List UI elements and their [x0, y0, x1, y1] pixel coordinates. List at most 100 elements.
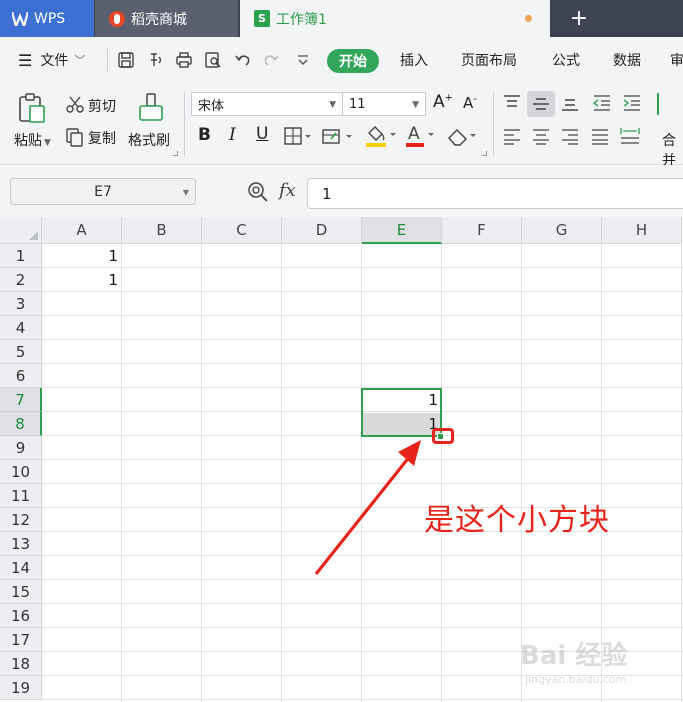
undo-icon[interactable] [234, 51, 252, 69]
cut-button[interactable]: 剪切 [88, 96, 116, 116]
row-header-14[interactable]: 14 [0, 556, 42, 580]
column-header-a[interactable]: A [42, 217, 122, 244]
selection-border [361, 388, 442, 437]
fill-handle[interactable] [437, 433, 444, 440]
align-bottom-icon[interactable] [560, 94, 580, 112]
column-header-g[interactable]: G [522, 217, 602, 244]
align-top-icon[interactable] [502, 94, 522, 112]
row-header-6[interactable]: 6 [0, 364, 42, 388]
merge-cells-button[interactable]: 合并 [662, 130, 683, 170]
caret-down-icon: ▼ [329, 100, 336, 110]
font-dialog-launcher[interactable] [482, 151, 487, 156]
cell-a2[interactable]: 1 [42, 268, 122, 292]
row-header-11[interactable]: 11 [0, 484, 42, 508]
row-header-8[interactable]: 8 [0, 412, 42, 436]
gridline [681, 244, 682, 702]
print-preview-icon[interactable] [204, 51, 222, 69]
column-header-e[interactable]: E [362, 217, 442, 244]
new-tab-button[interactable]: + [555, 0, 603, 37]
align-center-icon[interactable] [531, 128, 551, 146]
align-middle-button[interactable] [527, 91, 555, 117]
font-size-select[interactable]: 11 ▼ [342, 92, 426, 116]
bold-icon[interactable]: B [198, 125, 211, 145]
format-painter-icon[interactable] [137, 93, 165, 123]
row-header-5[interactable]: 5 [0, 340, 42, 364]
tab-data[interactable]: 数据 [613, 37, 641, 83]
row-header-16[interactable]: 16 [0, 604, 42, 628]
clipboard-dialog-launcher[interactable] [173, 151, 178, 156]
row-header-2[interactable]: 2 [0, 268, 42, 292]
align-left-icon[interactable] [502, 128, 522, 146]
column-header-c[interactable]: C [202, 217, 282, 244]
italic-icon[interactable]: I [229, 125, 236, 145]
row-header-3[interactable]: 3 [0, 292, 42, 316]
eraser-icon[interactable] [446, 125, 480, 147]
align-right-icon[interactable] [560, 128, 580, 146]
gridline [42, 267, 683, 268]
tab-insert[interactable]: 插入 [400, 37, 428, 83]
decrease-font-icon[interactable]: A- [463, 94, 477, 112]
spreadsheet-grid[interactable]: A B C D E F G H 1 2 3 4 5 6 7 8 9 10 11 12 13 14 15 16 17 18 19 1 1 1… [0, 217, 683, 702]
gridline [42, 459, 683, 460]
row-header-9[interactable]: 9 [0, 436, 42, 460]
underline-icon[interactable]: U [256, 124, 268, 144]
copy-icon[interactable] [65, 127, 85, 147]
increase-font-icon[interactable]: A+ [433, 92, 453, 112]
decrease-indent-icon[interactable] [592, 94, 612, 112]
divider [107, 49, 108, 71]
zoom-formula-icon[interactable] [247, 181, 269, 203]
row-header-1[interactable]: 1 [0, 244, 42, 268]
export-pdf-icon[interactable] [147, 51, 165, 69]
row-header-12[interactable]: 12 [0, 508, 42, 532]
row-header-4[interactable]: 4 [0, 316, 42, 340]
scissors-icon[interactable] [65, 96, 85, 114]
column-header-b[interactable]: B [122, 217, 202, 244]
distributed-align-icon[interactable] [619, 126, 641, 146]
paste-icon[interactable] [16, 93, 48, 125]
name-box[interactable]: E7 ▼ [10, 178, 196, 205]
column-header-h[interactable]: H [602, 217, 682, 244]
fill-color-icon[interactable] [364, 123, 398, 149]
row-header-19[interactable]: 19 [0, 676, 42, 700]
copy-button[interactable]: 复制 [88, 128, 116, 148]
font-name-select[interactable]: 宋体 ▼ [191, 92, 343, 116]
tab-page-layout[interactable]: 页面布局 [461, 37, 517, 83]
row-header-7[interactable]: 7 [0, 388, 42, 412]
tab-wps-home[interactable]: WPS [0, 0, 94, 37]
wrap-text-icon[interactable] [654, 91, 674, 117]
justify-icon[interactable] [590, 128, 610, 146]
cell-style-icon[interactable] [322, 127, 354, 145]
row-header-17[interactable]: 17 [0, 628, 42, 652]
cell-a1[interactable]: 1 [42, 244, 122, 268]
row-header-13[interactable]: 13 [0, 532, 42, 556]
column-header-d[interactable]: D [282, 217, 362, 244]
customize-toolbar-icon[interactable] [294, 51, 312, 69]
tab-workbook[interactable]: S 工作簿1 [240, 0, 550, 37]
formula-input[interactable]: 1 [307, 178, 683, 209]
insert-function-button[interactable]: fx [279, 180, 296, 201]
save-icon[interactable] [117, 51, 135, 69]
hamburger-icon: ☰ [18, 50, 33, 70]
border-icon[interactable] [284, 127, 312, 145]
cell-ref-value: E7 [94, 183, 112, 200]
increase-indent-icon[interactable] [622, 94, 642, 112]
font-color-icon[interactable]: A [404, 123, 438, 149]
column-header-f[interactable]: F [442, 217, 522, 244]
select-all-button[interactable] [0, 217, 42, 244]
wps-logo-icon [12, 11, 28, 26]
print-icon[interactable] [175, 51, 193, 69]
tab-label: 工作簿1 [276, 11, 327, 28]
redo-icon[interactable] [262, 51, 280, 69]
tab-formula[interactable]: 公式 [552, 37, 580, 83]
row-header-18[interactable]: 18 [0, 652, 42, 676]
format-painter-button[interactable]: 格式刷 [128, 130, 170, 150]
paste-button[interactable]: 粘贴 ▼ [14, 130, 51, 150]
gridline [42, 291, 683, 292]
spreadsheet-icon: S [254, 10, 270, 27]
tab-review[interactable]: 审 [670, 37, 683, 83]
file-menu[interactable]: ☰ 文件 ﹀ [18, 37, 85, 83]
row-header-15[interactable]: 15 [0, 580, 42, 604]
row-header-10[interactable]: 10 [0, 460, 42, 484]
tab-start[interactable]: 开始 [327, 49, 379, 73]
tab-docer-store[interactable]: 稻壳商城 [95, 0, 238, 37]
